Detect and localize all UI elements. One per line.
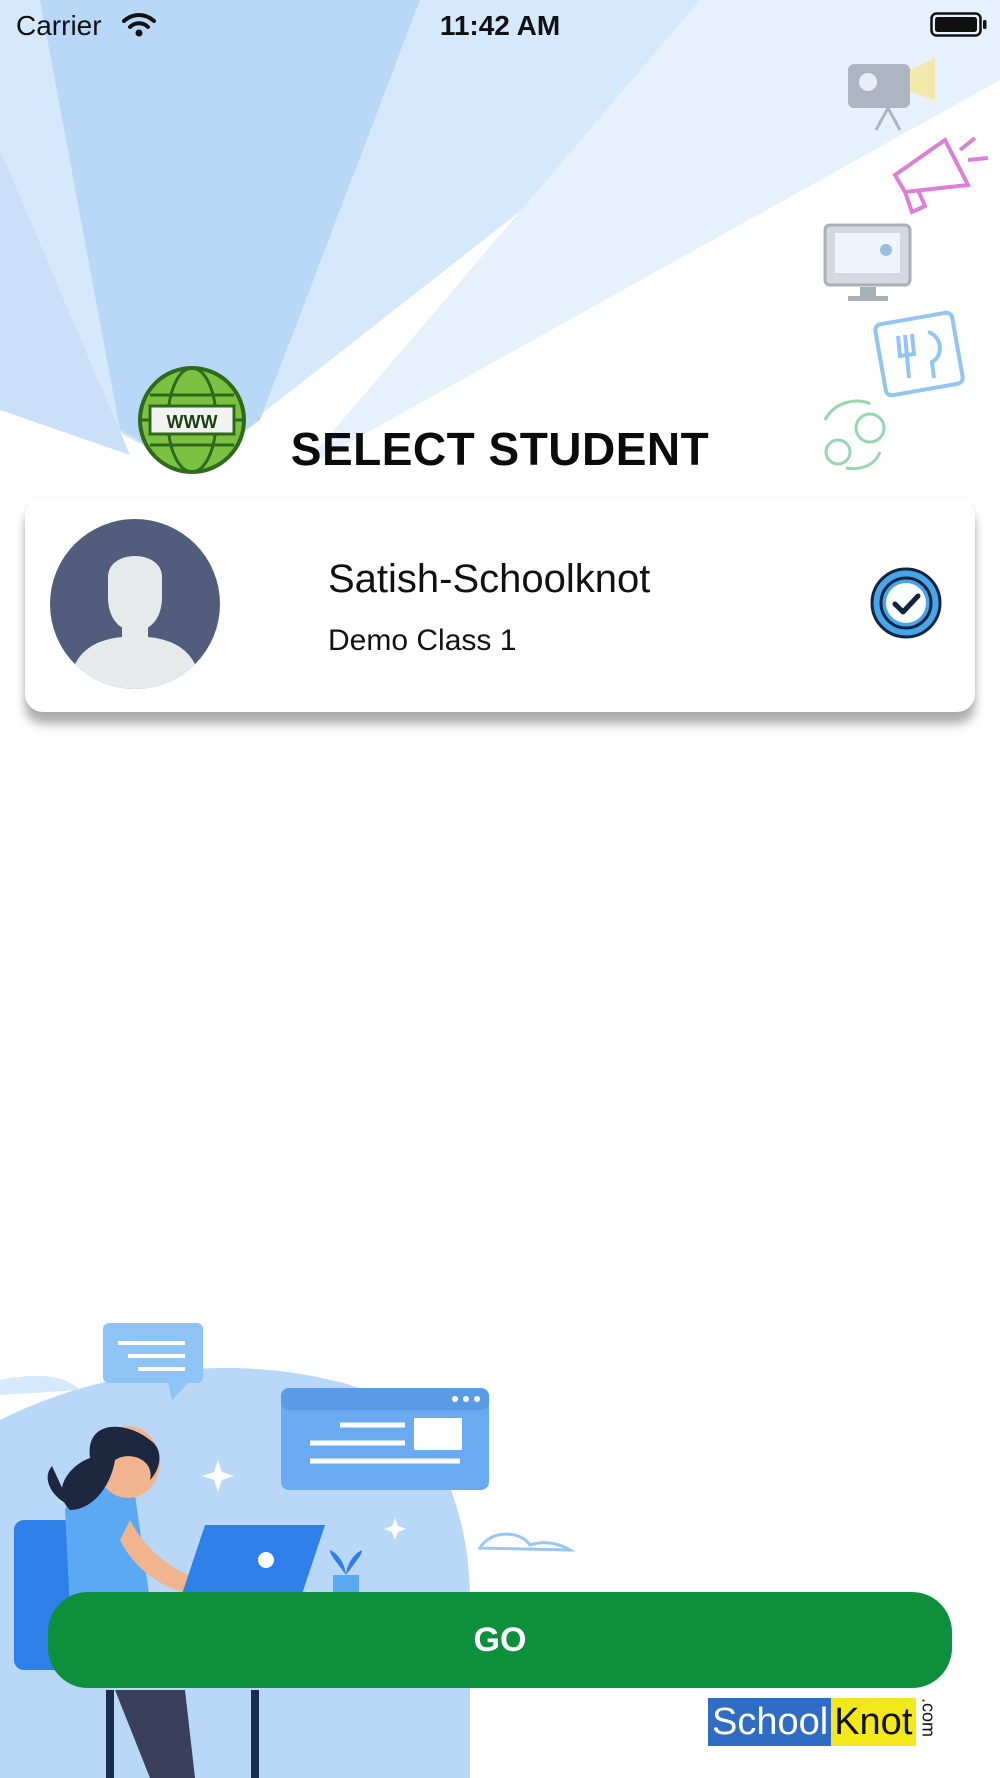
megaphone-icon <box>892 136 989 215</box>
browser-window-icon <box>281 1388 489 1490</box>
go-button[interactable]: GO <box>48 1592 952 1688</box>
logo-school-text: School <box>708 1698 832 1746</box>
status-bar: Carrier 11:42 AM <box>0 0 1000 50</box>
student-card[interactable]: Satish-Schoolknot Demo Class 1 <box>25 497 975 712</box>
battery-full-icon <box>930 12 987 37</box>
restaurant-icon <box>873 310 965 398</box>
presentation-monitor-icon <box>823 223 912 301</box>
check-circle-icon[interactable] <box>869 566 943 640</box>
default-avatar-icon <box>50 519 220 689</box>
background-illustration: WWW <box>0 0 1000 1778</box>
schoolknot-logo: School Knot .com <box>708 1698 939 1746</box>
page-title: SELECT STUDENT <box>290 423 710 475</box>
student-class: Demo Class 1 <box>328 624 517 657</box>
status-time: 11:42 AM <box>439 10 561 41</box>
student-name: Satish-Schoolknot <box>328 557 651 601</box>
logo-com-text: .com <box>918 1698 939 1738</box>
logo-knot-text: Knot <box>831 1698 917 1746</box>
